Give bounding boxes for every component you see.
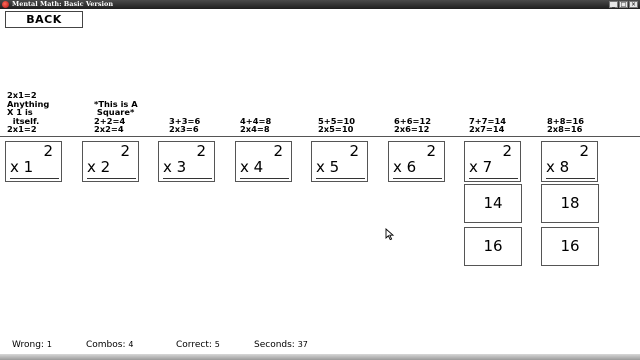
back-button[interactable]: BACK — [5, 11, 83, 28]
problem-card-1: 2 x 1 — [5, 141, 62, 182]
answer-choice[interactable]: 16 — [464, 227, 522, 266]
multiplier: x 2 — [87, 158, 111, 176]
app-icon — [2, 1, 9, 8]
multiplicand: 2 — [349, 142, 359, 160]
problem-card-8: 2 x 8 — [541, 141, 598, 182]
divider — [0, 136, 640, 137]
multiplier: x 5 — [316, 158, 340, 176]
multiplier: x 8 — [546, 158, 570, 176]
wrong-stat: Wrong: 1 — [12, 340, 52, 350]
multiplicand: 2 — [273, 142, 283, 160]
wrong-label: Wrong: — [12, 340, 44, 350]
multiplicand: 2 — [426, 142, 436, 160]
hint-text-1: 2x1=2 Anything X 1 is itself. 2x1=2 — [7, 90, 50, 135]
combos-count: 4 — [128, 340, 134, 349]
hint-text-8: 8+8=16 2x8=16 — [547, 115, 584, 135]
minimize-button[interactable]: _ — [609, 1, 618, 8]
card-rule — [546, 178, 595, 179]
card-rule — [87, 178, 136, 179]
hint-text-6: 6+6=12 2x6=12 — [394, 115, 431, 135]
multiplicand: 2 — [120, 142, 130, 160]
title-bar: Mental Math: Basic Version _ □ × — [0, 0, 640, 9]
multiplicand: 2 — [196, 142, 206, 160]
multiplier: x 6 — [393, 158, 417, 176]
window-title: Mental Math: Basic Version — [12, 0, 114, 8]
correct-count: 5 — [214, 340, 220, 349]
card-rule — [163, 178, 212, 179]
combos-stat: Combos: 4 — [86, 340, 133, 350]
multiplier: x 4 — [240, 158, 264, 176]
seconds-label: Seconds: — [254, 340, 295, 350]
multiplier: x 1 — [10, 158, 34, 176]
answer-choice[interactable]: 16 — [541, 227, 599, 266]
card-rule — [10, 178, 59, 179]
problem-card-7: 2 x 7 — [464, 141, 521, 182]
hint-text-4: 4+4=8 2x4=8 — [240, 115, 272, 135]
card-rule — [316, 178, 365, 179]
answer-choice[interactable]: 14 — [464, 184, 522, 223]
card-rule — [240, 178, 289, 179]
problem-card-2: 2 x 2 — [82, 141, 139, 182]
multiplicand: 2 — [579, 142, 589, 160]
maximize-button[interactable]: □ — [619, 1, 628, 8]
multiplicand: 2 — [43, 142, 53, 160]
answer-choice[interactable]: 18 — [541, 184, 599, 223]
problem-card-6: 2 x 6 — [388, 141, 445, 182]
multiplicand: 2 — [502, 142, 512, 160]
correct-label: Correct: — [176, 340, 212, 350]
problem-card-3: 2 x 3 — [158, 141, 215, 182]
mouse-cursor-icon — [385, 228, 395, 241]
seconds-count: 37 — [297, 340, 308, 349]
hint-text-7: 7+7=14 2x7=14 — [469, 115, 506, 135]
close-button[interactable]: × — [629, 1, 638, 8]
combos-label: Combos: — [86, 340, 126, 350]
seconds-stat: Seconds: 37 — [254, 340, 308, 350]
wrong-count: 1 — [46, 340, 52, 349]
window-bottom-edge — [0, 354, 640, 360]
multiplier: x 3 — [163, 158, 187, 176]
hint-text-2: *This is A Square* 2+2=4 2x2=4 — [94, 98, 138, 135]
problem-card-5: 2 x 5 — [311, 141, 368, 182]
multiplier: x 7 — [469, 158, 493, 176]
hint-text-3: 3+3=6 2x3=6 — [169, 115, 201, 135]
hint-text-5: 5+5=10 2x5=10 — [318, 115, 355, 135]
correct-stat: Correct: 5 — [176, 340, 220, 350]
problem-card-4: 2 x 4 — [235, 141, 292, 182]
card-rule — [469, 178, 518, 179]
card-rule — [393, 178, 442, 179]
